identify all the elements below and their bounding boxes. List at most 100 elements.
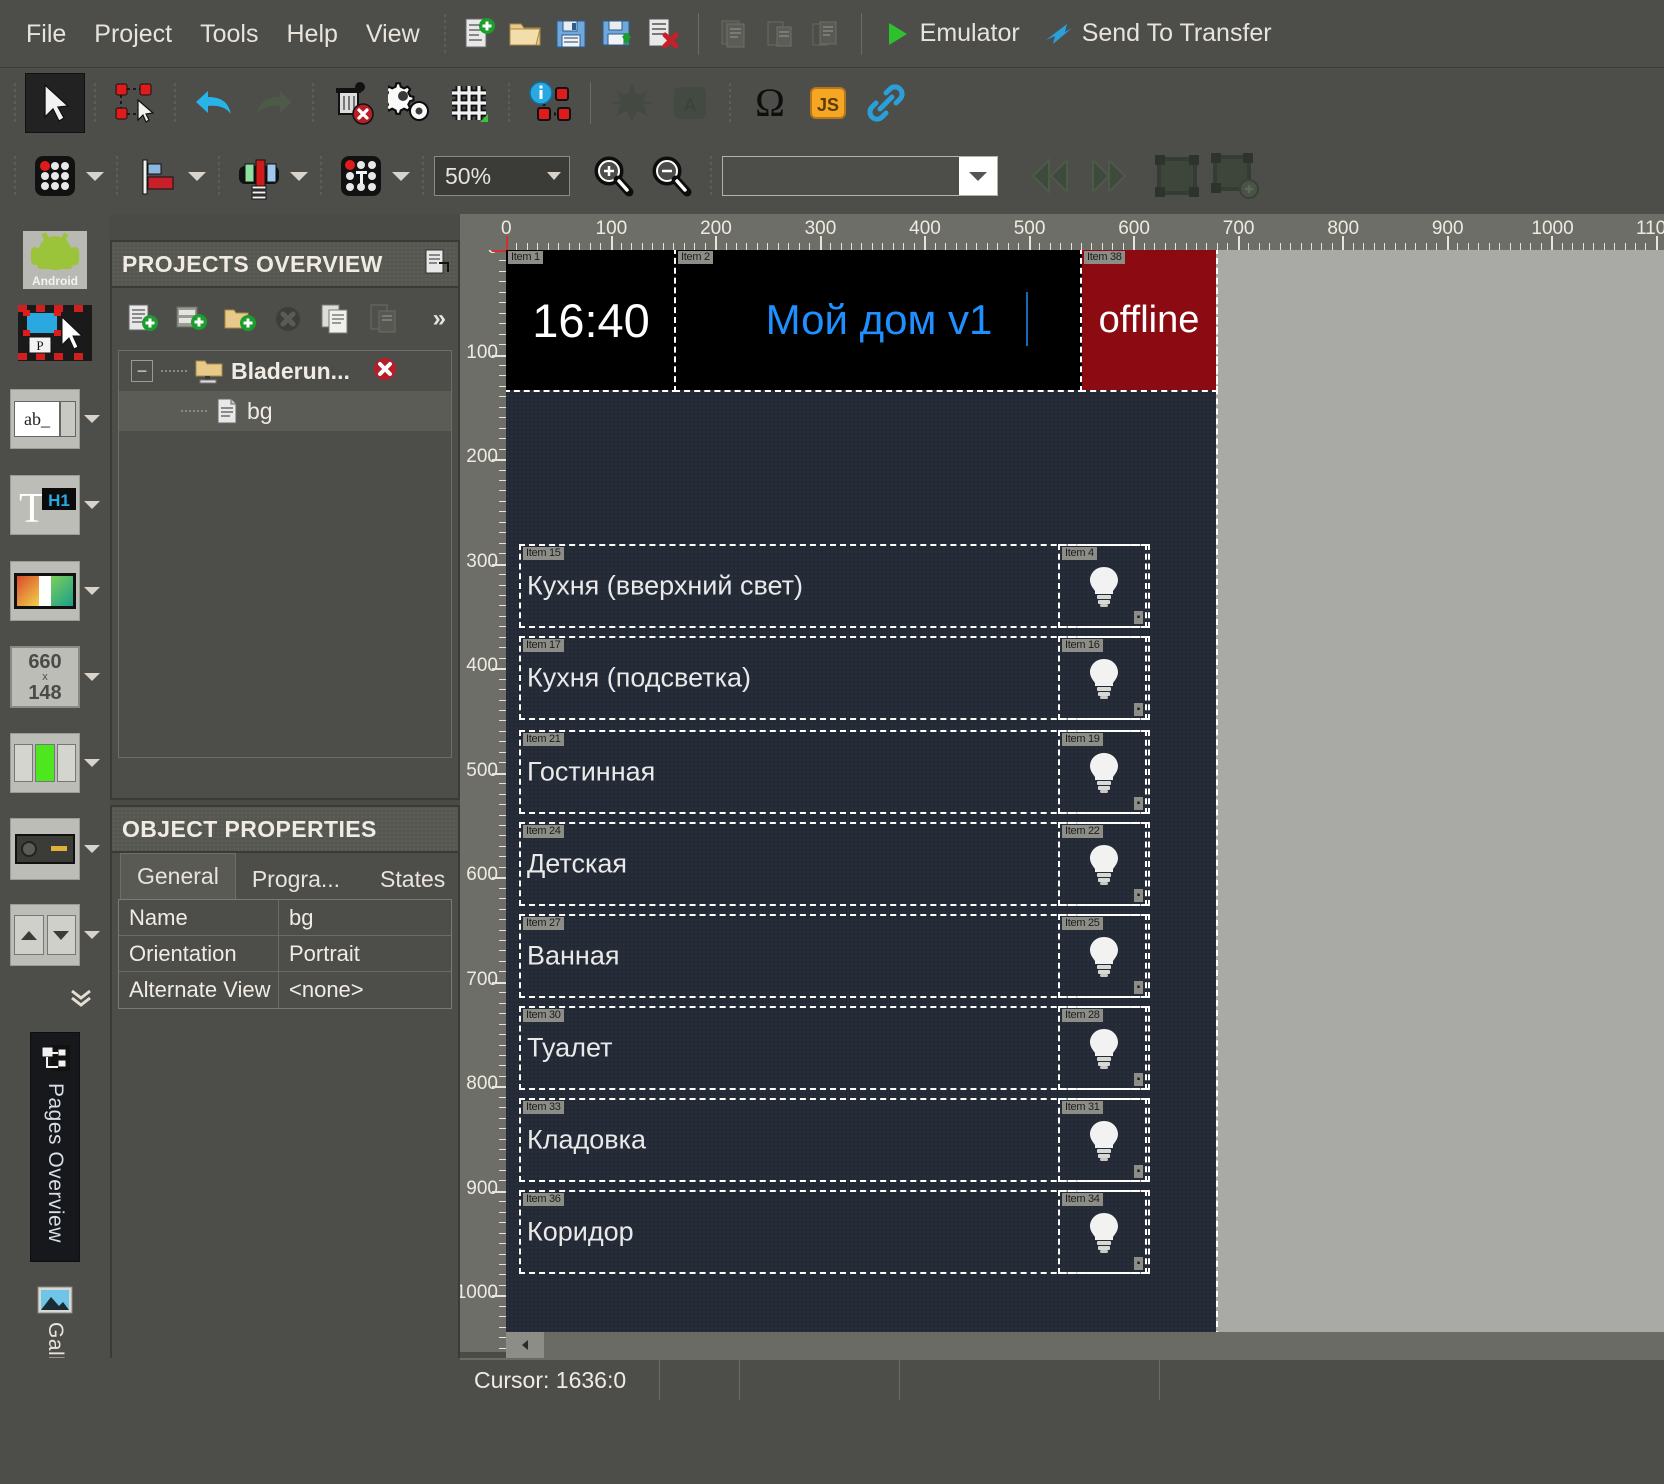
copy-page-button[interactable]	[711, 8, 757, 60]
light-toggle-button[interactable]: Item 19	[1058, 730, 1150, 814]
property-row[interactable]: Name bg	[119, 900, 451, 936]
delete-frame-button[interactable]	[1206, 147, 1264, 205]
undo-button[interactable]	[186, 74, 244, 132]
scroll-left-button[interactable]	[506, 1332, 544, 1358]
link-button[interactable]	[857, 74, 915, 132]
size-tool[interactable]: 660 x 148	[0, 634, 110, 720]
zoom-in-button[interactable]	[584, 147, 642, 205]
effects-button[interactable]	[603, 74, 661, 132]
project-error-badge[interactable]	[372, 356, 398, 387]
grid-button[interactable]	[440, 74, 498, 132]
device-screen[interactable]: Item 1 16:40 Item 2 Мой дом v1 Item 38 o…	[506, 250, 1218, 1337]
light-toggle-button[interactable]: Item 28	[1058, 1006, 1150, 1090]
chevron-down-icon[interactable]	[84, 931, 100, 939]
list-item[interactable]: Item 15 Кухня (вверхний свет) ▪	[519, 544, 1147, 628]
collapse-icon[interactable]: −	[131, 360, 153, 382]
size-match-dropdown[interactable]	[288, 165, 310, 187]
tree-item-page[interactable]: bg	[119, 391, 451, 431]
page-select-dropdown[interactable]	[959, 157, 997, 195]
list-item[interactable]: Item 21 Гостинная ▪	[519, 730, 1147, 814]
align-objects-dropdown[interactable]	[84, 165, 106, 187]
save-button[interactable]	[548, 8, 594, 60]
redo-button[interactable]	[244, 74, 302, 132]
property-value[interactable]: Portrait	[279, 936, 451, 971]
chevron-down-icon[interactable]	[84, 415, 100, 423]
light-toggle-button[interactable]: Item 16	[1058, 636, 1150, 720]
size-match-button[interactable]	[230, 147, 288, 205]
save-all-button[interactable]	[594, 8, 640, 60]
object-info-button[interactable]	[520, 74, 578, 132]
canvas-horizontal-scrollbar[interactable]	[506, 1332, 1664, 1358]
chevron-down-icon[interactable]	[84, 501, 100, 509]
light-toggle-button[interactable]: Item 34	[1058, 1190, 1150, 1274]
menu-project[interactable]: Project	[80, 0, 186, 68]
delete-button[interactable]	[324, 74, 382, 132]
copy-button[interactable]	[314, 297, 358, 341]
select-tool-button[interactable]	[25, 73, 85, 133]
zoom-level-select[interactable]: 50%	[434, 156, 570, 196]
open-project-button[interactable]	[502, 8, 548, 60]
slider-tool[interactable]	[0, 806, 110, 892]
property-row[interactable]: Alternate View <none>	[119, 972, 451, 1008]
light-toggle-button[interactable]: Item 31	[1058, 1098, 1150, 1182]
chevron-down-icon[interactable]	[84, 759, 100, 767]
input-field-tool[interactable]: ab_	[0, 376, 110, 462]
send-to-transfer-label[interactable]: Send To Transfer	[1082, 19, 1288, 48]
more-tools-button[interactable]	[0, 978, 110, 1018]
light-toggle-button[interactable]: Item 25	[1058, 914, 1150, 998]
paste-button[interactable]	[362, 297, 406, 341]
text-align-button[interactable]	[332, 147, 390, 205]
nav-next-button[interactable]	[1080, 147, 1138, 205]
list-item[interactable]: Item 36 Коридор ▪	[519, 1190, 1147, 1274]
list-item[interactable]: Item 24 Детская ▪	[519, 822, 1147, 906]
text-tool[interactable]: T H1	[0, 462, 110, 548]
special-char-button[interactable]: Ω	[741, 74, 799, 132]
property-row[interactable]: Orientation Portrait	[119, 936, 451, 972]
nav-prev-button[interactable]	[1022, 147, 1080, 205]
list-item[interactable]: Item 30 Туалет ▪	[519, 1006, 1147, 1090]
light-toggle-button[interactable]: Item 4	[1058, 544, 1150, 628]
chevron-down-icon[interactable]	[84, 673, 100, 681]
button-tool[interactable]	[0, 720, 110, 806]
title-widget[interactable]: Item 2 Мой дом v1	[674, 250, 1084, 392]
list-item[interactable]: Item 27 Ванная ▪	[519, 914, 1147, 998]
menu-view[interactable]: View	[352, 0, 434, 68]
gradient-tool[interactable]	[0, 548, 110, 634]
marquee-select-button[interactable]	[106, 74, 164, 132]
close-file-button[interactable]	[640, 8, 686, 60]
emulator-button[interactable]	[874, 8, 920, 60]
list-item[interactable]: Item 17 Кухня (подсветка) ▪	[519, 636, 1147, 720]
duplicate-page-button[interactable]	[803, 8, 849, 60]
paste-page-button[interactable]	[757, 8, 803, 60]
scroll-track[interactable]	[544, 1332, 1664, 1358]
menu-file[interactable]: File	[12, 0, 80, 68]
distribute-dropdown[interactable]	[186, 165, 208, 187]
add-folder-button[interactable]	[218, 297, 262, 341]
emulator-label[interactable]: Emulator	[920, 19, 1036, 48]
property-value[interactable]: <none>	[279, 972, 451, 1008]
spinner-tool[interactable]	[0, 892, 110, 978]
clock-widget[interactable]: Item 1 16:40	[506, 250, 678, 392]
menu-help[interactable]: Help	[272, 0, 351, 68]
javascript-button[interactable]: JS	[799, 74, 857, 132]
new-project-button[interactable]	[122, 297, 166, 341]
zoom-out-button[interactable]	[642, 147, 700, 205]
tree-item-project[interactable]: − Bladerun...	[119, 351, 451, 391]
tab-states[interactable]: States	[364, 859, 461, 899]
align-objects-button[interactable]	[26, 147, 84, 205]
text-align-dropdown[interactable]	[390, 165, 412, 187]
menu-tools[interactable]: Tools	[186, 0, 272, 68]
new-file-button[interactable]	[456, 8, 502, 60]
send-to-transfer-button[interactable]	[1036, 8, 1082, 60]
distribute-button[interactable]	[128, 147, 186, 205]
tab-general[interactable]: General	[120, 853, 236, 899]
status-badge[interactable]: Item 38 offline	[1080, 250, 1218, 392]
page-preview-tool[interactable]: P	[0, 292, 110, 376]
detach-panel-button[interactable]	[422, 247, 452, 282]
close-project-button[interactable]	[266, 297, 310, 341]
android-tool[interactable]: Android	[0, 214, 110, 292]
page-select[interactable]	[722, 156, 998, 196]
projects-overflow-button[interactable]: »	[433, 305, 458, 333]
property-value[interactable]: bg	[279, 900, 451, 935]
design-canvas[interactable]: Item 1 16:40 Item 2 Мой дом v1 Item 38 o…	[506, 250, 1664, 1352]
